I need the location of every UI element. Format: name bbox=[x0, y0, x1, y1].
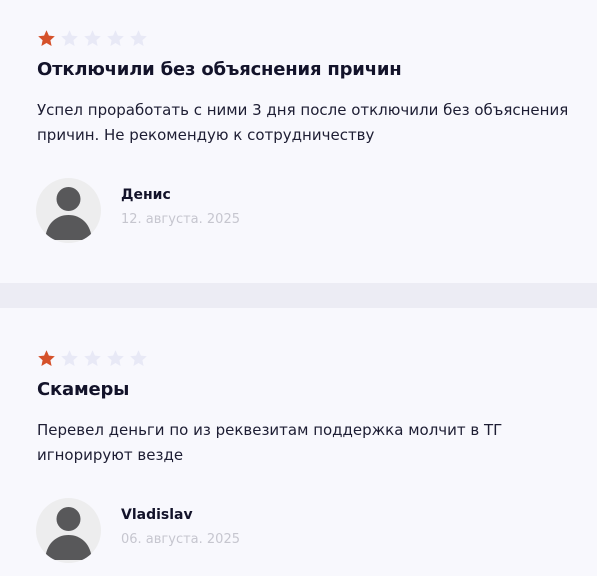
user-silhouette-icon bbox=[45, 187, 92, 240]
review-title: Скамеры bbox=[37, 379, 130, 400]
star-filled-icon bbox=[37, 29, 56, 48]
star-rating bbox=[37, 29, 148, 48]
star-empty-icon bbox=[106, 29, 125, 48]
star-empty-icon bbox=[60, 29, 79, 48]
star-empty-icon bbox=[129, 349, 148, 368]
star-empty-icon bbox=[83, 29, 102, 48]
user-silhouette-icon bbox=[45, 507, 92, 560]
divider bbox=[0, 283, 597, 308]
star-filled-icon bbox=[37, 349, 56, 368]
star-rating bbox=[37, 349, 148, 368]
star-empty-icon bbox=[83, 349, 102, 368]
review-date: 12. августа. 2025 bbox=[121, 212, 240, 227]
star-empty-icon bbox=[60, 349, 79, 368]
review-title: Отключили без объяснения причин bbox=[37, 59, 402, 80]
review-date: 06. августа. 2025 bbox=[121, 532, 240, 547]
avatar bbox=[36, 178, 101, 243]
review-card: Отключили без объяснения причин Успел пр… bbox=[0, 0, 597, 283]
author-name: Денис bbox=[121, 187, 171, 203]
author-name: Vladislav bbox=[121, 507, 193, 523]
star-empty-icon bbox=[106, 349, 125, 368]
star-empty-icon bbox=[129, 29, 148, 48]
avatar bbox=[36, 498, 101, 563]
review-text: Успел проработать с ними 3 дня после отк… bbox=[37, 101, 569, 144]
review-card: Скамеры Перевел деньги по из реквезитам … bbox=[0, 308, 597, 576]
review-text: Перевел деньги по из реквезитам поддержк… bbox=[37, 421, 503, 464]
